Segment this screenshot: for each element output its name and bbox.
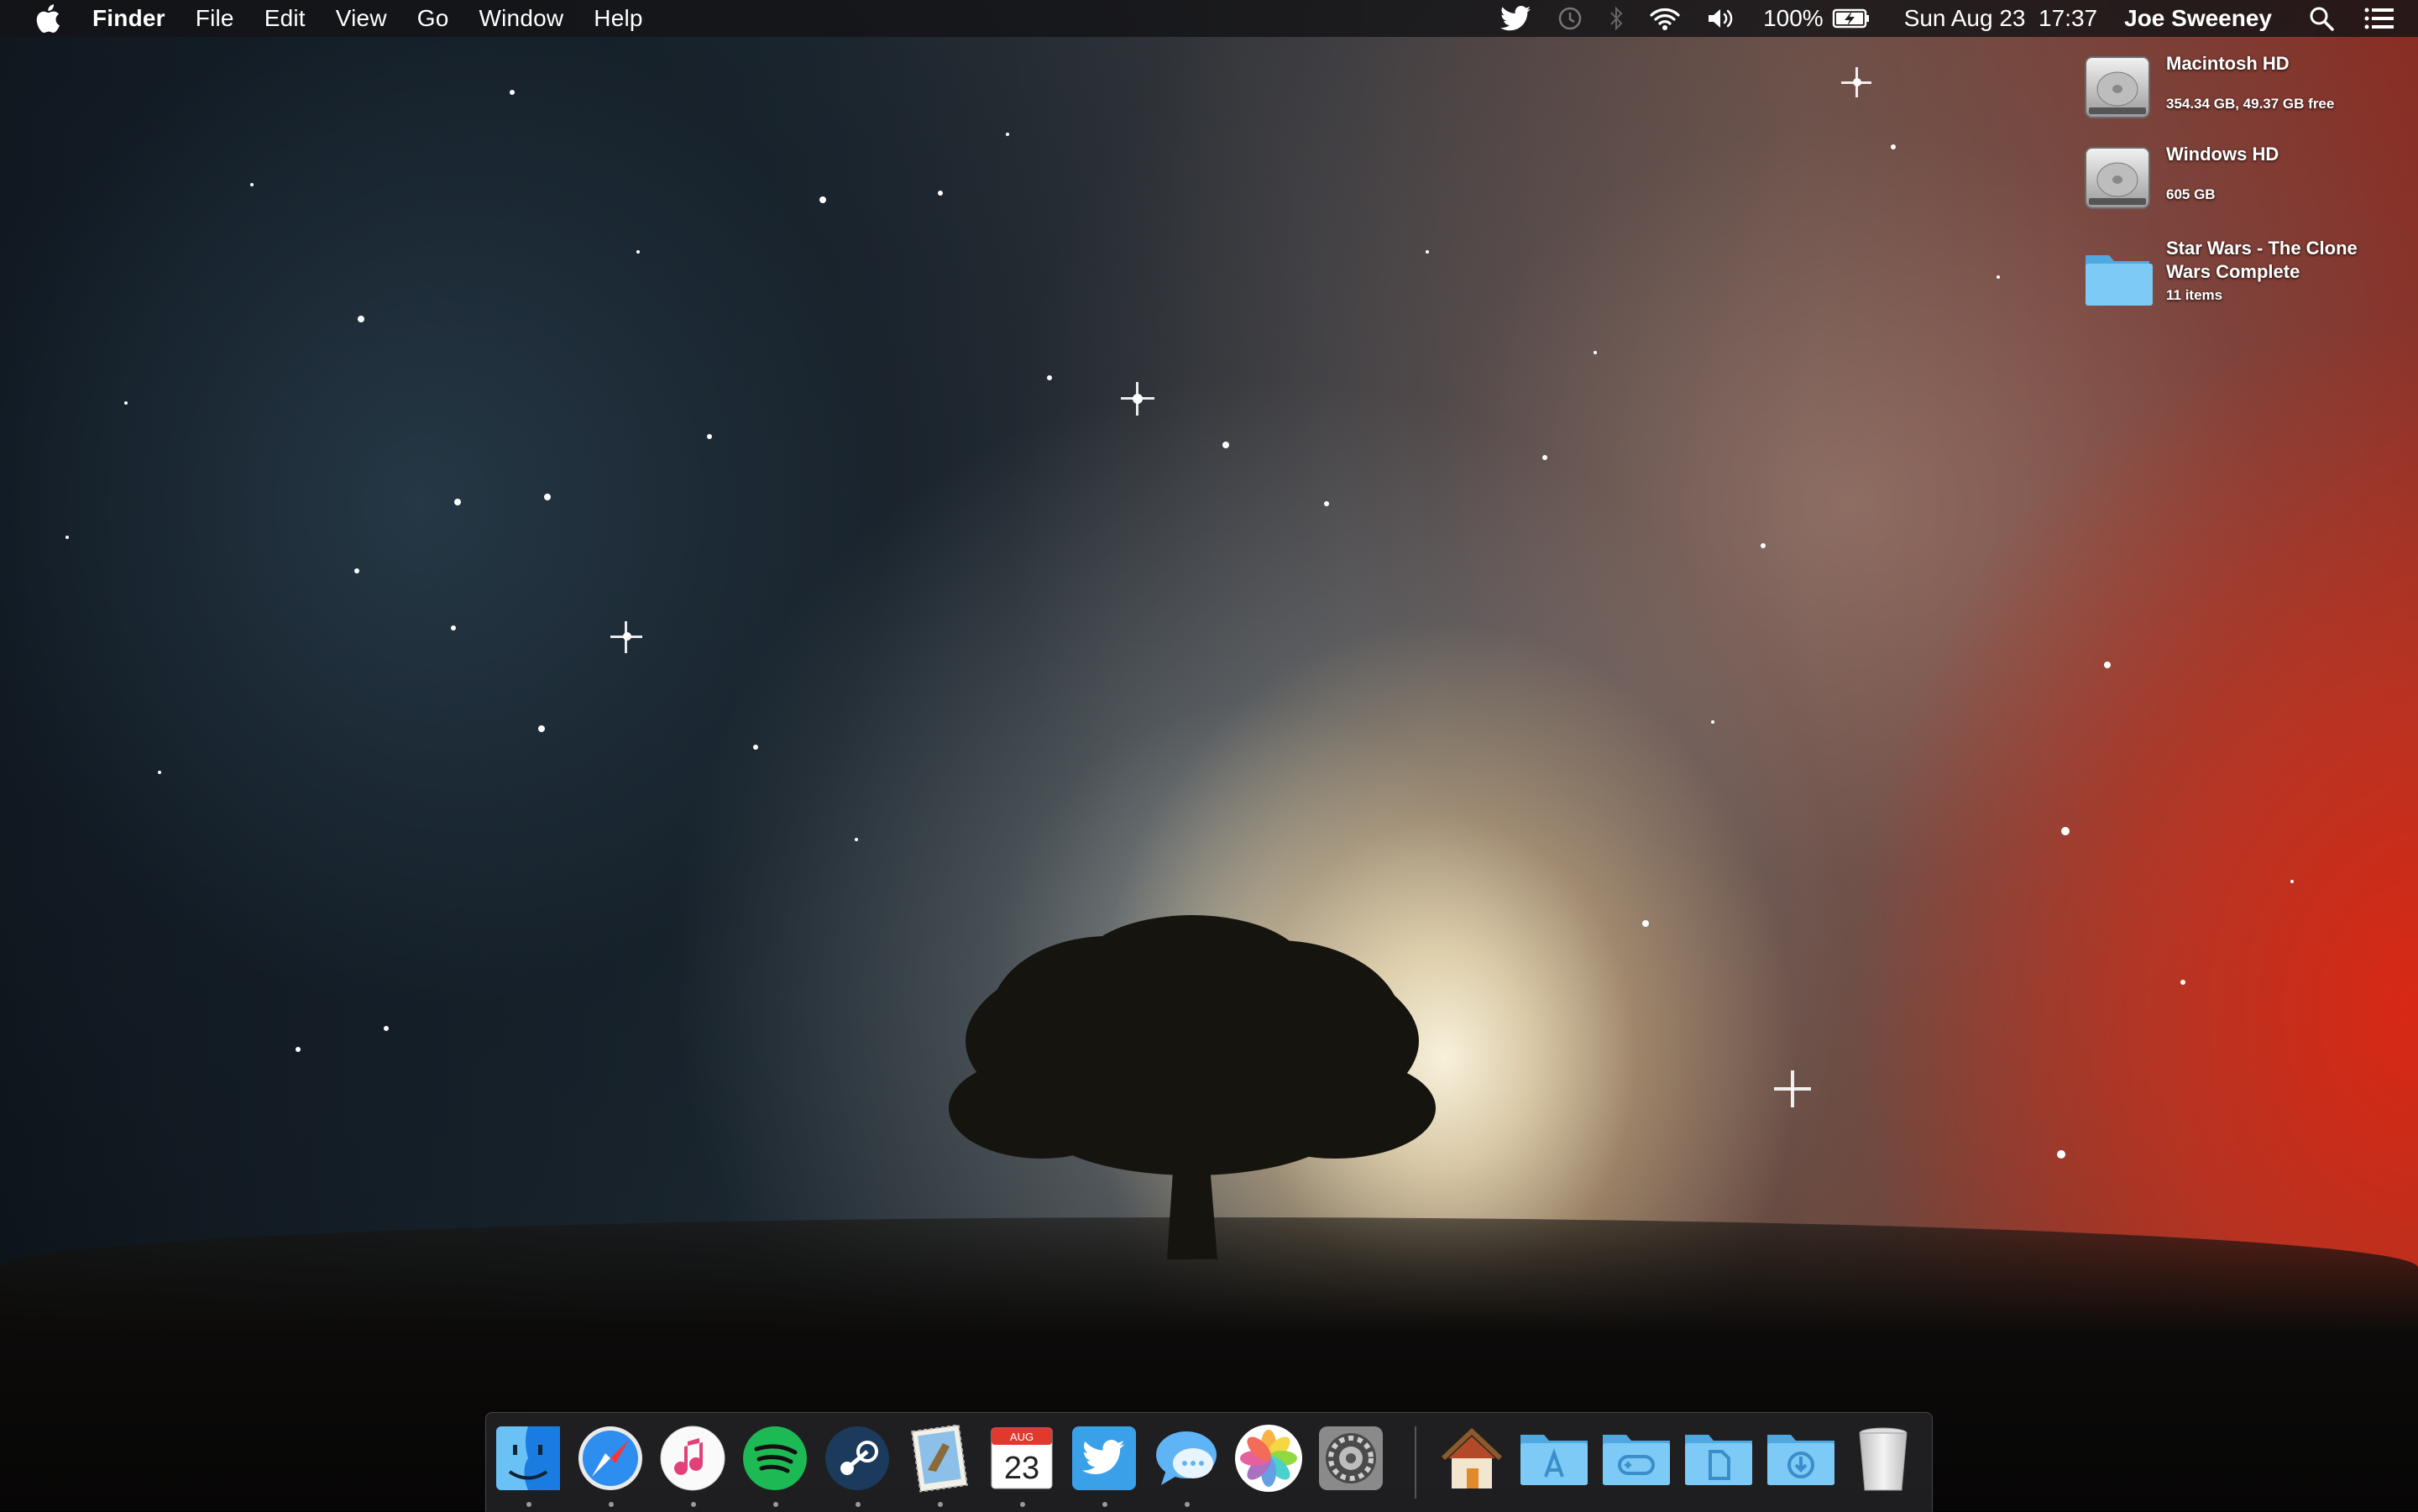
battery-percent[interactable]: 100%: [1763, 5, 1824, 32]
running-indicator: [773, 1502, 778, 1507]
time-machine-icon[interactable]: [1557, 0, 1583, 37]
calendar-icon: AUG 23: [991, 1427, 1053, 1489]
desktop-item-name: Windows HD: [2166, 144, 2279, 165]
dock-separator: [1415, 1426, 1416, 1499]
trash-can-icon: [1859, 1427, 1908, 1491]
wifi-icon[interactable]: [1649, 0, 1681, 37]
menu-bar-extras: 100% Sun Aug 23 17:37 Joe Sweeney: [1474, 0, 2394, 37]
mail-stamp-icon: [911, 1424, 968, 1493]
twitter-icon: [1072, 1426, 1136, 1490]
running-indicator: [609, 1502, 614, 1507]
messages-bubble-icon: [1156, 1431, 1217, 1485]
calendar-day: 23: [1004, 1451, 1039, 1486]
twitter-bird-icon[interactable]: [1499, 0, 1531, 37]
dock-photos[interactable]: [1232, 1421, 1306, 1495]
menu-edit[interactable]: Edit: [264, 5, 306, 32]
running-indicator: [1102, 1502, 1107, 1507]
dock: AUG 23: [485, 1412, 1933, 1512]
spotify-icon: [743, 1426, 807, 1490]
menu-view[interactable]: View: [336, 5, 387, 32]
menu-go[interactable]: Go: [417, 5, 449, 32]
desktop-item-detail: 11 items: [2166, 287, 2223, 303]
dock-itunes[interactable]: [656, 1421, 730, 1507]
running-indicator: [1020, 1502, 1025, 1507]
tree-silhouette: [949, 915, 1436, 1259]
desktop-item-detail: 354.34 GB, 49.37 GB free: [2166, 96, 2335, 112]
dock-twitter[interactable]: [1067, 1421, 1141, 1507]
dock-mail[interactable]: [903, 1421, 976, 1507]
menu-file[interactable]: File: [196, 5, 234, 32]
dock-trash[interactable]: [1846, 1421, 1920, 1495]
safari-compass-icon: [578, 1426, 642, 1490]
user-name[interactable]: Joe Sweeney: [2124, 5, 2272, 32]
dock-downloads-folder[interactable]: [1764, 1421, 1838, 1495]
menu-app-name[interactable]: Finder: [92, 5, 165, 32]
hard-drive-icon: [2085, 56, 2150, 118]
dock-home-folder[interactable]: [1435, 1421, 1509, 1495]
dock-safari[interactable]: [573, 1421, 647, 1507]
hard-drive-icon: [2085, 147, 2150, 209]
menu-help[interactable]: Help: [594, 5, 642, 32]
battery-charging-icon[interactable]: [1832, 0, 1871, 37]
desktop-item-windows-hd[interactable]: Windows HD 605 GB: [2082, 143, 2401, 235]
spotlight-search-icon[interactable]: [2309, 0, 2334, 37]
dock-calendar[interactable]: AUG 23: [985, 1421, 1059, 1507]
desktop-item-macintosh-hd[interactable]: Macintosh HD 354.34 GB, 49.37 GB free: [2082, 52, 2401, 144]
document-folder-icon: [1685, 1435, 1752, 1485]
clock[interactable]: Sun Aug 23 17:37: [1904, 5, 2097, 32]
house-icon: [1441, 1427, 1503, 1488]
desktop-item-name: Macintosh HD: [2166, 53, 2290, 74]
dock-messages[interactable]: [1149, 1421, 1223, 1507]
volume-icon[interactable]: [1706, 0, 1738, 37]
menu-window[interactable]: Window: [479, 5, 564, 32]
download-folder-icon: [1767, 1435, 1834, 1485]
folder-icon: [2086, 255, 2153, 306]
notification-center-icon[interactable]: [2364, 0, 2394, 37]
running-indicator: [938, 1502, 943, 1507]
menu-bar: Finder File Edit View Go Window Help 100…: [0, 0, 2418, 37]
dock-steam[interactable]: [820, 1421, 894, 1507]
dock-system-preferences[interactable]: [1314, 1421, 1388, 1495]
desktop-item-star-wars-folder[interactable]: Star Wars - The Clone Wars Complete 11 i…: [2082, 237, 2401, 321]
desktop-item-name: Star Wars - The Clone Wars Complete: [2166, 238, 2358, 282]
photos-flower-icon: [1235, 1425, 1302, 1492]
running-indicator: [856, 1502, 861, 1507]
running-indicator: [1185, 1502, 1190, 1507]
calendar-month: AUG: [1010, 1431, 1034, 1443]
gear-icon: [1319, 1426, 1383, 1490]
bluetooth-icon[interactable]: [1609, 0, 1624, 37]
steam-icon: [825, 1426, 889, 1490]
dock-documents-folder[interactable]: [1682, 1421, 1756, 1495]
finder-icon: [496, 1426, 560, 1490]
applications-folder-icon: [1520, 1435, 1588, 1485]
dock-applications-folder[interactable]: [1517, 1421, 1591, 1495]
running-indicator: [691, 1502, 696, 1507]
dock-spotify[interactable]: [738, 1421, 812, 1507]
gamepad-folder-icon: [1603, 1435, 1670, 1485]
desktop-item-detail: 605 GB: [2166, 186, 2216, 202]
dock-finder[interactable]: [491, 1421, 565, 1507]
running-indicator: [526, 1502, 531, 1507]
apple-menu-icon[interactable]: [34, 3, 60, 34]
dock-games-folder[interactable]: [1599, 1421, 1673, 1495]
itunes-music-note-icon: [660, 1426, 725, 1491]
